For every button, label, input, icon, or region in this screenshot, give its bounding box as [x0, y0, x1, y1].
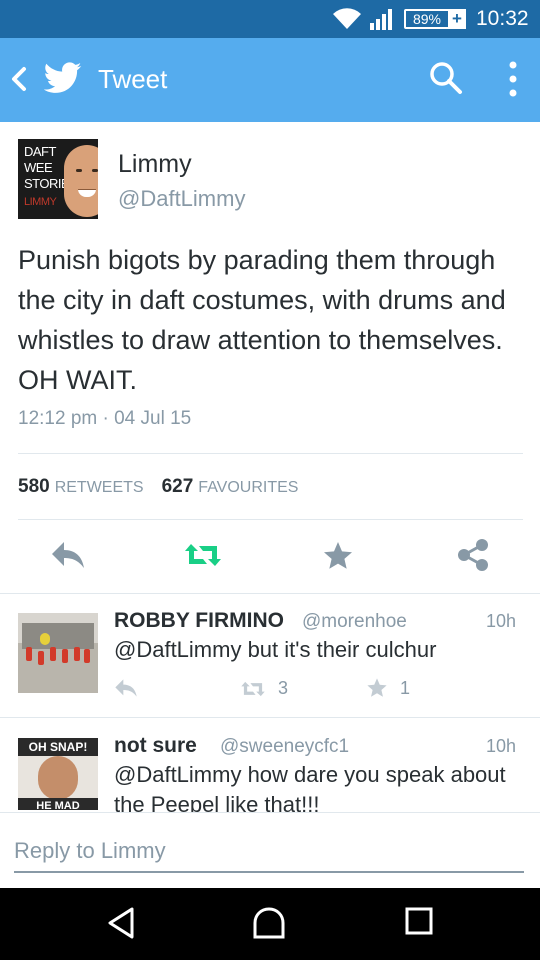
reply-favourite-count: 1 — [400, 678, 411, 698]
favourites-count[interactable]: 627 — [162, 476, 194, 497]
divider — [0, 593, 540, 594]
star-icon[interactable] — [322, 540, 354, 572]
reply-text: @DaftLimmy how dare you speak about the … — [114, 762, 506, 812]
reply-time: 10h — [486, 736, 517, 756]
reply-icon[interactable] — [114, 678, 138, 698]
retweet-icon[interactable] — [183, 540, 223, 570]
tweet-text: Punish bigots by parading them through t… — [18, 245, 506, 395]
twitter-bird-icon[interactable] — [44, 62, 82, 94]
author-name[interactable]: Limmy — [118, 150, 192, 179]
avatar[interactable] — [18, 613, 98, 693]
page-title: Tweet — [98, 64, 168, 94]
favourites-label[interactable]: FAVOURITES — [198, 479, 298, 496]
reply-input[interactable] — [14, 831, 524, 873]
triangle-back-icon[interactable] — [106, 906, 136, 940]
avatar-face — [64, 145, 98, 217]
wifi-icon — [333, 8, 361, 30]
charging-icon: + — [448, 9, 466, 29]
reply-composer — [0, 812, 540, 889]
reply-author-name[interactable]: ROBBY FIRMINO — [114, 609, 284, 633]
reply-icon[interactable] — [50, 540, 86, 570]
search-icon[interactable] — [428, 60, 464, 96]
reply-retweet-count: 3 — [278, 678, 289, 698]
divider — [0, 717, 540, 718]
retweets-label[interactable]: RETWEETS — [55, 479, 144, 496]
battery-indicator: 89% — [404, 9, 450, 29]
reply-author-handle[interactable]: @sweeneycfc1 — [220, 736, 349, 758]
divider — [18, 519, 523, 520]
author-handle[interactable]: @DaftLimmy — [118, 186, 245, 212]
retweet-icon[interactable] — [240, 679, 266, 699]
app-bar: Tweet — [0, 38, 540, 122]
tweet-timestamp: 12:12 pm · 04 Jul 15 — [18, 408, 192, 429]
navigation-bar — [0, 888, 540, 960]
avatar[interactable]: OH SNAP! HE MAD — [18, 738, 98, 810]
reply-time: 10h — [486, 611, 517, 631]
reply-author-name[interactable]: not sure — [114, 734, 197, 758]
star-icon[interactable] — [366, 677, 388, 699]
home-icon[interactable] — [252, 906, 286, 940]
share-icon[interactable] — [456, 538, 490, 572]
recents-icon[interactable] — [404, 906, 434, 936]
chevron-left-icon[interactable] — [10, 66, 28, 92]
signal-icon — [370, 9, 392, 30]
clock: 10:32 — [476, 7, 529, 30]
more-vertical-icon[interactable] — [505, 60, 521, 98]
reply-author-handle[interactable]: @morenhoe — [302, 611, 407, 633]
reply-text: @DaftLimmy but it's their culchur — [114, 637, 437, 662]
divider — [18, 453, 523, 454]
retweets-count[interactable]: 580 — [18, 476, 50, 497]
engagement-counts: 580 RETWEETS 627 FAVOURITES — [18, 476, 316, 498]
author-avatar[interactable]: DAFT WEE STORIES LIMMY — [18, 139, 98, 219]
status-bar: 89% + 10:32 — [0, 0, 540, 38]
